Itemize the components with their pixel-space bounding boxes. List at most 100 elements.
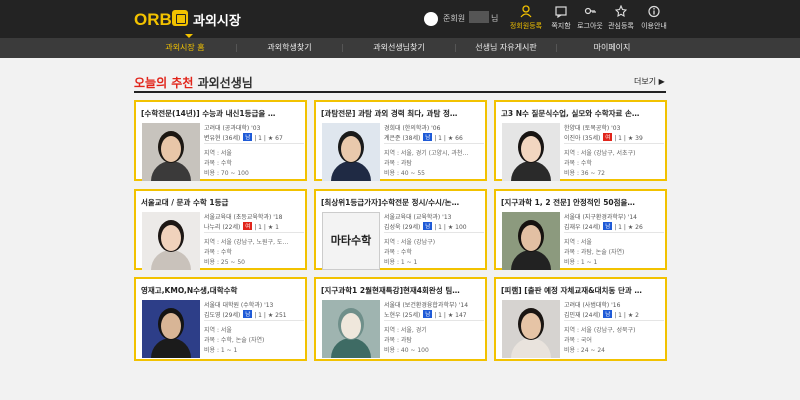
teacher-card[interactable]: [피램] [출판 예정 자체교재&대치동 단과 … 고려대 (사범대학) '16… [494,277,667,361]
nav-my-page[interactable]: 마이페이지 [557,38,667,58]
teacher-photo[interactable] [322,123,380,181]
teacher-subject: 과목 : 수학 [204,160,232,167]
rating: ★ 26 [627,224,643,231]
teacher-subject: 과목 : 수학 [564,160,592,167]
teacher-meta: 이진아 (35세) 여 | 1 | ★ 39 [564,133,666,142]
teacher-name: 계은준 (38세) [384,135,421,142]
teacher-card[interactable]: 영재고,KMO,N수생,대학수학 서울대 대학원 (수학과) '13 김도영 (… [134,277,307,361]
logo-mark-icon [172,10,188,26]
card-divider [384,320,484,321]
section-title-rest: 과외선생님 [197,76,253,90]
teacher-photo[interactable] [142,300,200,358]
teacher-meta: 김민재 (24세) 남 | 1 | ★ 2 [564,310,666,319]
teacher-school: 서울대 (보건환경융합과학부) '14 [384,302,469,309]
card-divider [564,232,664,233]
card-count: 1 [258,135,262,142]
teacher-meta: 김성욱 (29세) 남 | 1 | ★ 100 [384,222,486,231]
teacher-school: 고려대 (공과대학) '03 [204,125,261,132]
gender-badge: 여 [243,222,253,230]
teacher-subject: 과목 : 수학, 논술 (자연) [204,337,265,344]
teacher-photo[interactable] [142,123,200,181]
teacher-card[interactable]: [과탐전문] 과탐 과외 경력 최다, 과탐 정… 경희대 (한의학과) '06… [314,100,487,181]
card-title[interactable]: [지구과학1 2월현재특강]현재4회완성 팀… [321,285,481,296]
photo-text: 마타수학 [330,234,372,247]
card-title[interactable]: 고3 N수 질문식수업, 실모와 수학자료 손… [501,108,661,119]
teacher-name: 김재우 (24세) [564,224,601,231]
teacher-school: 경희대 (한의학과) '06 [384,125,441,132]
teacher-name: 김성욱 (29세) [384,224,421,231]
card-title[interactable]: [최상위1등급가자]수학전문 정시/수시/논… [321,197,481,208]
card-divider [384,232,484,233]
teacher-fee: 비용 : 36 ~ 72 [564,170,605,177]
teacher-meta: 계은준 (38세) 남 | 1 | ★ 66 [384,133,486,142]
gender-badge: 남 [423,133,433,141]
teacher-photo[interactable]: 마타수학 [322,212,380,270]
nav-find-students[interactable]: 과외학생찾기 [237,38,342,58]
card-title[interactable]: 서울교대 / 문과 수학 1등급 [141,197,301,208]
teacher-card[interactable]: [최상위1등급가자]수학전문 정시/수시/논… 마타수학 서울교육대 (교육학과… [314,189,487,270]
nav-teacher-board[interactable]: 선생님 자유게시판 [456,38,556,58]
card-count: 1 [438,224,442,231]
teacher-school: 고려대 (사범대학) '16 [564,302,621,309]
info-icon [637,5,671,19]
teacher-school: 서울대 대학원 (수학과) '13 [204,302,274,309]
teacher-meta: 김재우 (24세) 남 | 1 | ★ 26 [564,222,666,231]
teacher-region: 지역 : 서울 (강남구, 성북구) [564,327,636,334]
register-member-button[interactable]: 정회원등록 [509,5,543,31]
card-count: 1 [618,135,622,142]
teacher-region: 지역 : 서울 (강남구) [384,239,436,246]
gender-badge: 남 [423,222,433,230]
teacher-card[interactable]: [수학전문(14년)] 수능과 내신1등급을 … 고려대 (공과대학) '03 … [134,100,307,181]
teacher-school: 서울교육대 (교육학과) '13 [384,214,452,221]
card-count: 1 [438,135,442,142]
teacher-region: 지역 : 서울 [564,239,592,246]
teacher-region: 지역 : 서울 [204,327,232,334]
teacher-card[interactable]: [지구과학 1, 2 전문] 안정적인 50점을… 서울대 (지구환경과학부) … [494,189,667,270]
teacher-subject: 과목 : 수학 [384,249,412,256]
card-title[interactable]: [지구과학 1, 2 전문] 안정적인 50점을… [501,197,661,208]
active-nav-caret-icon [185,34,193,38]
teacher-photo[interactable] [502,123,560,181]
teacher-photo[interactable] [322,300,380,358]
section-title: 오늘의 추천 과외선생님 [134,74,253,91]
member-name-redacted [469,11,489,23]
teacher-subject: 과목 : 과탐, 논술 (자연) [564,249,625,256]
site-name[interactable]: 과외시장 [193,10,241,29]
teacher-name: 변유현 (36세) [204,135,241,142]
rating: ★ 39 [627,135,643,142]
favorite-button[interactable]: 관심등록 [604,4,638,31]
rating: ★ 100 [447,224,467,231]
teacher-photo[interactable] [142,212,200,270]
teacher-card[interactable]: [지구과학1 2월현재특강]현재4회완성 팀… 서울대 (보건환경융합과학부) … [314,277,487,361]
logo[interactable]: ORBI [134,10,177,30]
teacher-subject: 과목 : 수학 [204,249,232,256]
logout-button[interactable]: 로그아웃 [573,5,607,31]
teacher-card[interactable]: 서울교대 / 문과 수학 1등급 서울교육대 (초등교육학과) '18 나누리 … [134,189,307,270]
nav-find-teachers[interactable]: 과외선생님찾기 [343,38,455,58]
guide-button[interactable]: 이용안내 [637,5,671,31]
teacher-fee: 비용 : 40 ~ 100 [384,347,429,354]
card-title[interactable]: [과탐전문] 과탐 과외 경력 최다, 과탐 정… [321,108,481,119]
card-count: 1 [618,224,622,231]
rating: ★ 67 [267,135,283,142]
card-count: 1 [438,312,442,319]
teacher-fee: 비용 : 1 ~ 1 [384,259,418,266]
teacher-photo[interactable] [502,212,560,270]
teacher-region: 지역 : 서울 [204,150,232,157]
teacher-subject: 과목 : 국어 [564,337,592,344]
card-title[interactable]: [수학전문(14년)] 수능과 내신1등급을 … [141,108,301,119]
member-grade: 준회원 [443,14,466,23]
card-divider [204,232,304,233]
card-title[interactable]: [피램] [출판 예정 자체교재&대치동 단과 … [501,285,661,296]
teacher-name: 김민재 (24세) [564,312,601,319]
teacher-card[interactable]: 고3 N수 질문식수업, 실모와 수학자료 손… 한양대 (토목공학) '03 … [494,100,667,181]
teacher-photo[interactable] [502,300,560,358]
top-bar: ORBI 과외시장 준회원 님 정회원등록 쪽지함 로그아웃 관심등록 이용안내 [0,0,800,38]
gender-badge: 남 [603,222,613,230]
more-link[interactable]: 더보기 ▶ [634,76,665,87]
nav-tutor-market-home[interactable]: 과외시장 홈 [134,38,236,58]
teacher-meta: 노현우 (25세) 남 | 1 | ★ 147 [384,310,486,319]
teacher-fee: 비용 : 25 ~ 50 [204,259,245,266]
teacher-fee: 비용 : 40 ~ 55 [384,170,425,177]
card-title[interactable]: 영재고,KMO,N수생,대학수학 [141,285,301,296]
